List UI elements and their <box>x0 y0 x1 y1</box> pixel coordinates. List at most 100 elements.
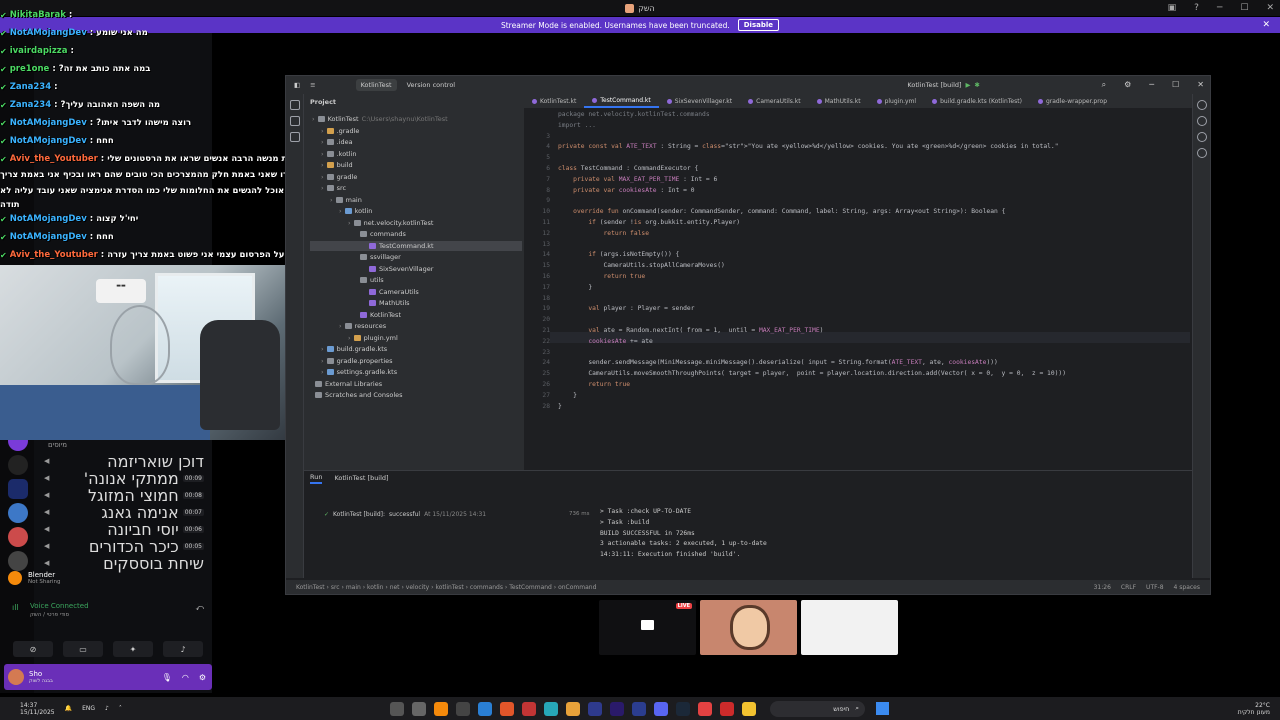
editor-tab[interactable]: TestCommand.kt <box>584 94 659 108</box>
tree-node[interactable]: utils <box>357 275 384 285</box>
tree-node[interactable]: commands <box>357 229 406 239</box>
tree-node[interactable]: › KotlinTest C:\Users\shaynu\KotlinTest <box>312 114 448 124</box>
tree-node[interactable]: › build.gradle.kts <box>321 344 387 354</box>
menu-icon[interactable]: ≡ <box>310 81 315 89</box>
help-icon[interactable]: ? <box>1194 3 1199 13</box>
server-icon[interactable] <box>8 527 28 547</box>
chevron-icon[interactable]: › <box>321 150 324 158</box>
line-ending[interactable]: CRLF <box>1121 584 1136 591</box>
project-selector[interactable]: KotlinTest <box>355 79 397 91</box>
app-pin-icon[interactable] <box>390 701 404 716</box>
stream-thumbnail[interactable] <box>801 600 898 655</box>
disconnect-icon[interactable]: ⤺ <box>195 603 204 613</box>
editor-tab[interactable]: gradle-wrapper.prop <box>1030 94 1115 108</box>
run-config-selector[interactable]: KotlinTest [build] <box>907 81 961 89</box>
tree-node[interactable]: External Libraries <box>312 379 382 389</box>
notifications-bell-icon[interactable]: 🔔 <box>65 705 72 712</box>
stream-thumbnail[interactable] <box>700 600 797 655</box>
breadcrumb-item[interactable]: kotlinTest <box>435 584 463 591</box>
tree-node[interactable]: SixSevenVillager <box>366 264 433 274</box>
chat-username[interactable]: NotAMojangDev <box>10 232 87 242</box>
app-pin-icon[interactable] <box>544 701 558 716</box>
breadcrumb-item[interactable]: KotlinTest <box>296 584 325 591</box>
chat-username[interactable]: ivairdapizza <box>10 46 68 56</box>
vscode-icon[interactable] <box>478 701 492 716</box>
tree-node[interactable]: › src <box>321 183 346 193</box>
app-pin-icon[interactable] <box>720 701 734 716</box>
tree-node[interactable]: › .gradle <box>321 126 359 136</box>
encoding[interactable]: UTF-8 <box>1146 584 1164 591</box>
settings-gear-icon[interactable]: ⚙ <box>199 673 206 682</box>
voice-member[interactable]: ◀ כיכר הכדורים 00:05 <box>44 537 204 556</box>
chevron-icon[interactable]: › <box>321 357 324 365</box>
chat-username[interactable]: NotAMojangDev <box>10 28 87 38</box>
tree-node[interactable]: › main <box>330 195 362 205</box>
photoshop-icon[interactable] <box>632 701 646 716</box>
chat-username[interactable]: Zana234 <box>10 82 51 92</box>
chat-username[interactable]: NotAMojangDev <box>10 214 87 224</box>
volume-icon[interactable]: ♪ <box>105 705 109 712</box>
stream-thumbnail[interactable]: LIVE <box>599 600 696 655</box>
run-icon[interactable]: ▶ <box>966 81 971 89</box>
ide-settings-icon[interactable]: ⚙ <box>1124 80 1131 90</box>
breadcrumb-item[interactable]: commands <box>470 584 503 591</box>
headphones-icon[interactable]: ◠ <box>182 673 189 682</box>
indent-setting[interactable]: 4 spaces <box>1174 584 1200 591</box>
chevron-icon[interactable]: › <box>321 184 324 192</box>
voice-category[interactable]: מיוסים <box>48 441 67 449</box>
avatar[interactable] <box>8 669 24 685</box>
console-output[interactable]: > Task :check UP-TO-DATE > Task :build BUI… <box>600 507 767 561</box>
camera-off-icon[interactable]: ⊘ <box>13 641 53 657</box>
tree-node[interactable]: › settings.gradle.kts <box>321 367 397 377</box>
minimize-button[interactable]: ─ <box>1217 3 1222 13</box>
breadcrumb-item[interactable]: kotlin <box>367 584 383 591</box>
search-icon[interactable]: ⌕ <box>1102 80 1106 90</box>
clock[interactable]: 14:37 15/11/2025 <box>20 702 55 716</box>
chevron-up-icon[interactable]: ˄ <box>119 705 122 712</box>
voice-member[interactable]: ◀ חמוצי המזוגל 00:08 <box>44 486 204 505</box>
ide-maximize-button[interactable]: ☐ <box>1172 80 1179 90</box>
voice-member[interactable]: ◀ אנימה גאנג 00:07 <box>44 503 204 522</box>
tree-node[interactable]: › net.velocity.kotlinTest <box>348 218 433 228</box>
blender-taskbar-icon[interactable] <box>434 701 448 716</box>
language-indicator[interactable]: ENG <box>82 705 95 712</box>
chevron-icon[interactable]: › <box>348 334 351 342</box>
voice-member[interactable]: ◀ יוסי חביונה 00:06 <box>44 520 204 539</box>
notifications-icon[interactable] <box>1197 100 1207 110</box>
steam-icon[interactable] <box>676 701 690 716</box>
voice-member[interactable]: ◀ דוכן שואריזמה <box>44 452 204 471</box>
chevron-icon[interactable]: › <box>321 368 324 376</box>
mic-icon[interactable]: 🎙 <box>162 673 172 682</box>
server-icon[interactable] <box>8 455 28 475</box>
chevron-icon[interactable]: › <box>321 173 324 181</box>
app-pin-icon[interactable] <box>522 701 536 716</box>
tab-build[interactable]: KotlinTest [build] <box>334 474 388 482</box>
tree-node[interactable]: KotlinTest <box>357 310 401 320</box>
breadcrumb-item[interactable]: onCommand <box>558 584 596 591</box>
chevron-icon[interactable]: › <box>339 322 342 330</box>
chevron-icon[interactable]: › <box>312 115 315 123</box>
tree-node[interactable]: › .idea <box>321 137 353 147</box>
banner-close-icon[interactable]: ✕ <box>1262 20 1270 30</box>
app-pin-icon[interactable] <box>566 701 580 716</box>
chat-username[interactable]: Aviv_the_Youtuber <box>10 154 98 164</box>
discord-taskbar-icon[interactable] <box>654 701 668 716</box>
debug-icon[interactable]: ✱ <box>975 81 980 89</box>
tree-node[interactable]: › resources <box>339 321 386 331</box>
signal-icon[interactable]: ıll <box>12 603 19 612</box>
chevron-icon[interactable]: › <box>339 207 342 215</box>
chevron-icon[interactable]: › <box>330 196 333 204</box>
project-tool-icon[interactable] <box>290 100 300 110</box>
structure-tool-icon[interactable] <box>290 116 300 126</box>
server-icon[interactable] <box>8 479 28 499</box>
build-result-item[interactable]: ✓ KotlinTest [build]: successful At 15/1… <box>324 511 486 518</box>
app-pin-icon[interactable] <box>500 701 514 716</box>
tree-node[interactable]: › build <box>321 160 353 170</box>
breadcrumb-item[interactable]: net <box>390 584 400 591</box>
editor-tab[interactable]: KotlinTest.kt <box>524 94 584 108</box>
chevron-icon[interactable]: › <box>321 345 324 353</box>
tree-node[interactable]: MathUtils <box>366 298 410 308</box>
breadcrumb-item[interactable]: velocity <box>406 584 429 591</box>
voice-member[interactable]: ◀ שיחת בוססקים <box>44 554 204 573</box>
vcs-menu[interactable]: Version control <box>407 81 456 89</box>
